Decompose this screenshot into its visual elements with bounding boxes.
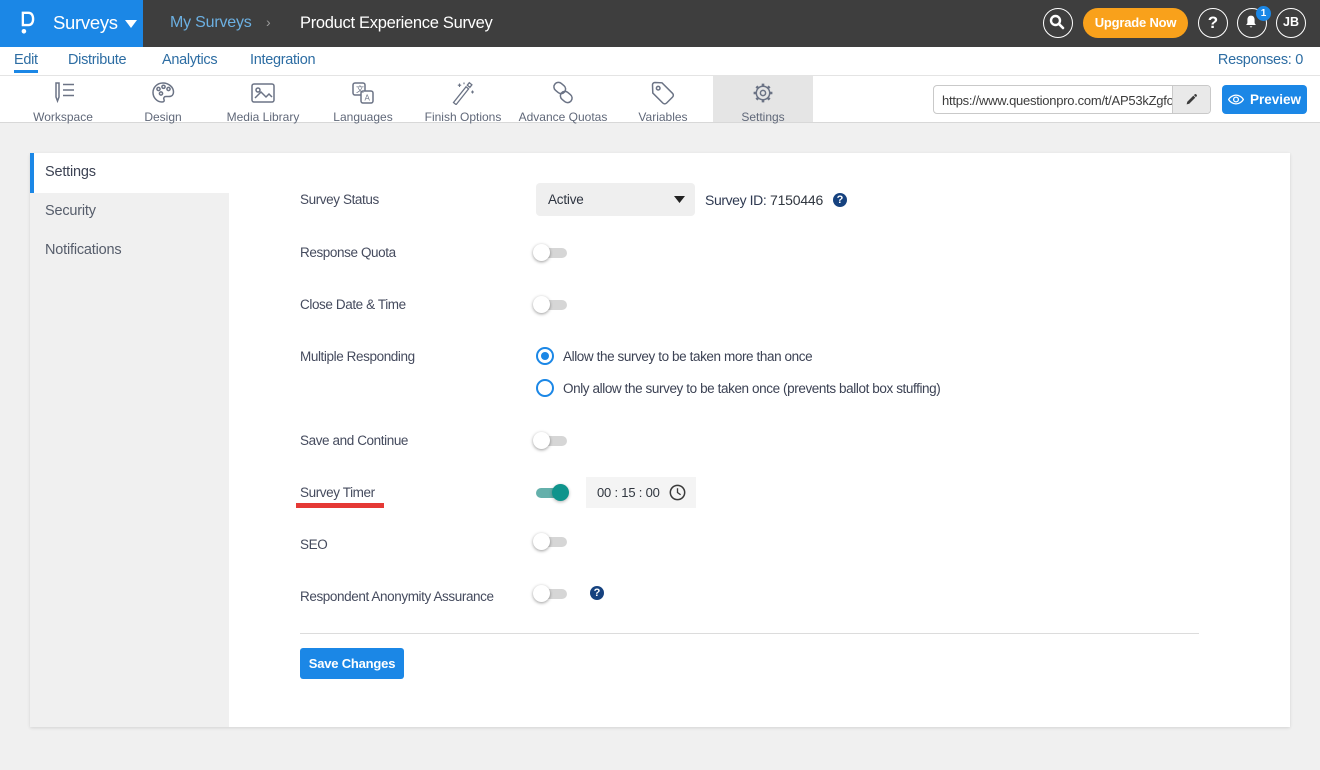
svg-text:文: 文 [356, 84, 364, 94]
svg-text:A: A [365, 94, 371, 103]
